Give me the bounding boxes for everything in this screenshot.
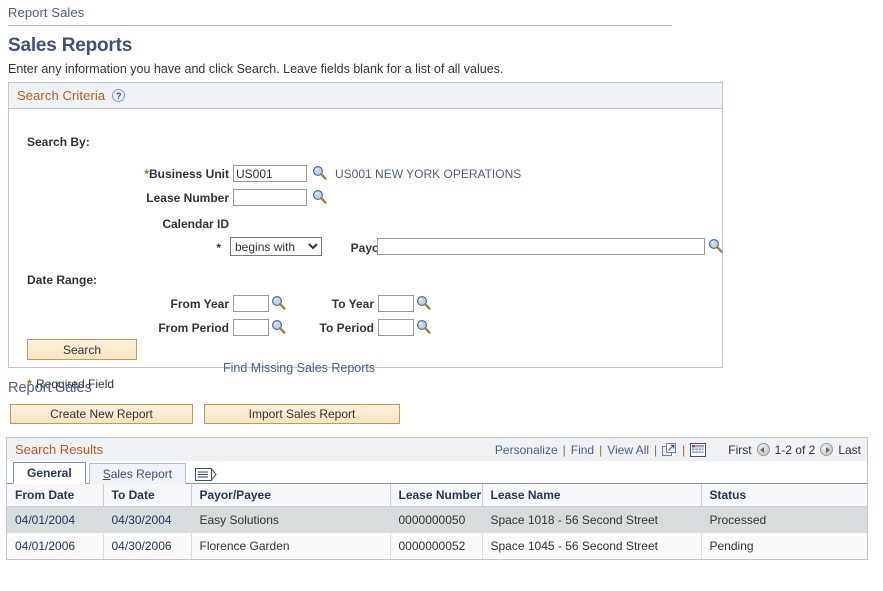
cell-lease-number: 0000000052 [390, 533, 482, 559]
export-to-excel-icon[interactable] [662, 443, 677, 457]
cell-status: Processed [701, 507, 867, 533]
lease-number-label: Lease Number [69, 191, 229, 205]
grid-toolbar: Personalize | Find | View All | | [495, 443, 861, 457]
to-year-input[interactable] [378, 295, 414, 312]
toolbar-separator-2: | [599, 443, 602, 457]
toolbar-separator-3: | [654, 443, 657, 457]
toolbar-separator-1: | [563, 443, 566, 457]
cell-to-date[interactable]: 04/30/2006 [103, 533, 191, 559]
page-instruction: Enter any information you have and click… [8, 62, 503, 76]
table-header-row: From Date To Date Payor/Payee Lease Numb… [7, 484, 867, 507]
column-header-from-date[interactable]: From Date [7, 484, 103, 507]
right-arrow-icon[interactable] [820, 443, 833, 456]
from-period-label: From Period [69, 321, 229, 335]
pager-first-label[interactable]: First [728, 443, 751, 457]
personalize-link[interactable]: Personalize [495, 443, 558, 457]
cell-lease-name: Space 1018 - 56 Second Street [482, 507, 701, 533]
grid-pager: First 1-2 of 2 Last [728, 443, 861, 457]
business-unit-input[interactable] [233, 165, 307, 182]
help-icon[interactable]: ? [112, 89, 125, 102]
search-criteria-panel: Search Criteria ? Search By: *Business U… [8, 82, 723, 368]
cell-status: Pending [701, 533, 867, 559]
column-header-payor-payee[interactable]: Payor/Payee [191, 484, 390, 507]
search-criteria-header: Search Criteria ? [9, 83, 722, 109]
calendar-id-required-marker: * [189, 241, 221, 255]
tab-sales-report-accesskey: S [103, 467, 111, 481]
to-year-label: To Year [254, 297, 374, 311]
business-unit-description: US001 NEW YORK OPERATIONS [335, 167, 521, 181]
cell-from-date[interactable]: 04/01/2004 [7, 507, 103, 533]
create-new-report-button[interactable]: Create New Report [10, 404, 193, 424]
cell-from-date[interactable]: 04/01/2006 [7, 533, 103, 559]
to-period-lookup-icon[interactable] [416, 319, 431, 334]
breadcrumb: Report Sales [8, 4, 672, 26]
column-header-lease-name[interactable]: Lease Name [482, 484, 701, 507]
search-results-title: Search Results [15, 442, 103, 457]
business-unit-label: *Business Unit [69, 167, 229, 181]
breadcrumb-label[interactable]: Report Sales [8, 4, 672, 22]
lease-number-lookup-icon[interactable] [312, 189, 327, 204]
column-header-status[interactable]: Status [701, 484, 867, 507]
left-arrow-icon[interactable] [757, 443, 770, 456]
calendar-id-label: Calendar ID [69, 217, 229, 231]
search-criteria-body: Search By: *Business Unit US001 NEW YORK… [9, 109, 722, 367]
table-row[interactable]: 04/01/2004 04/30/2004 Easy Solutions 000… [7, 507, 867, 533]
search-results-titlebar: Search Results Personalize | Find | View… [7, 438, 867, 462]
lease-number-input[interactable] [233, 189, 307, 206]
from-year-label: From Year [69, 297, 229, 311]
cell-to-date[interactable]: 04/30/2004 [103, 507, 191, 533]
cell-lease-number: 0000000050 [390, 507, 482, 533]
business-unit-lookup-icon[interactable] [312, 165, 327, 180]
toolbar-separator-4: | [682, 443, 685, 457]
cell-lease-name: Space 1045 - 56 Second Street [482, 533, 701, 559]
search-button[interactable]: Search [27, 339, 137, 360]
table-row[interactable]: 04/01/2006 04/30/2006 Florence Garden 00… [7, 533, 867, 559]
report-sales-heading: Report Sales [8, 380, 92, 396]
grid-view-icon[interactable] [690, 443, 706, 457]
column-header-to-date[interactable]: To Date [103, 484, 191, 507]
expand-all-columns-icon[interactable] [195, 468, 217, 481]
date-range-label: Date Range: [27, 273, 97, 287]
tab-sales-report-label: ales Report [111, 467, 172, 481]
results-tabstrip: General Sales Report [7, 462, 867, 484]
breadcrumb-divider [8, 25, 672, 26]
search-results-panel: Search Results Personalize | Find | View… [6, 437, 868, 560]
payor-lookup-icon[interactable] [708, 238, 723, 253]
page-title: Sales Reports [8, 35, 132, 57]
find-missing-sales-reports-link[interactable]: Find Missing Sales Reports [223, 361, 375, 375]
tab-general[interactable]: General [13, 462, 86, 484]
import-sales-report-button[interactable]: Import Sales Report [204, 404, 400, 424]
cell-payor-payee: Easy Solutions [191, 507, 390, 533]
view-all-link[interactable]: View All [607, 443, 649, 457]
search-results-table: From Date To Date Payor/Payee Lease Numb… [7, 484, 867, 559]
tab-general-label: General [27, 466, 72, 480]
pager-last-label[interactable]: Last [838, 443, 861, 457]
search-criteria-title: Search Criteria [17, 88, 105, 103]
cell-payor-payee: Florence Garden [191, 533, 390, 559]
payor-input[interactable] [377, 238, 705, 255]
search-by-label: Search By: [27, 135, 90, 149]
pager-range: 1-2 of 2 [775, 443, 816, 457]
payor-label: Payor [264, 241, 384, 255]
to-year-lookup-icon[interactable] [416, 295, 431, 310]
tab-sales-report[interactable]: Sales Report [89, 463, 186, 484]
find-link[interactable]: Find [571, 443, 594, 457]
column-header-lease-number[interactable]: Lease Number [390, 484, 482, 507]
to-period-label: To Period [254, 321, 374, 335]
to-period-input[interactable] [378, 319, 414, 336]
